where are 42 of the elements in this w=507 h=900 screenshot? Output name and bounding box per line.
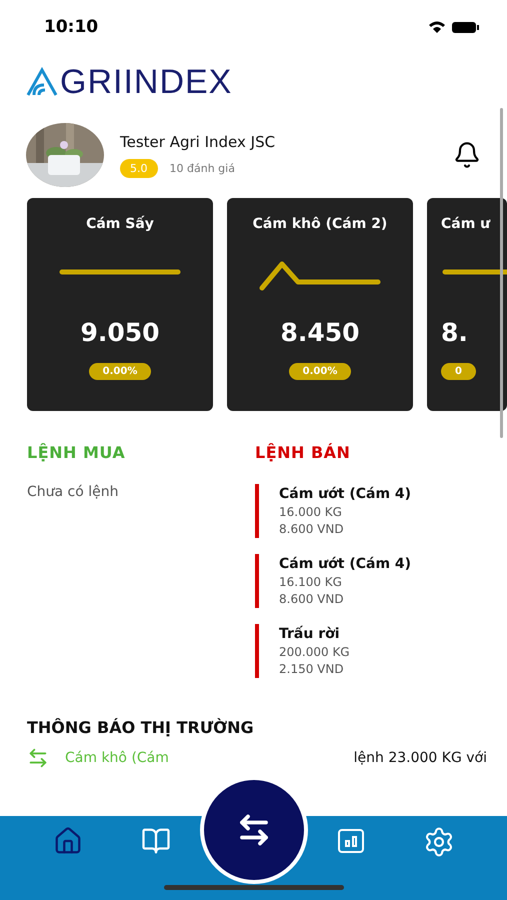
sell-orders-heading: LỆNH BÁN	[255, 443, 352, 462]
order-product: Trấu rời	[279, 626, 341, 642]
price-value: 8.450	[280, 318, 360, 347]
buy-orders-heading: LỆNH MUA	[27, 443, 126, 462]
sparkline-drawing	[442, 270, 507, 274]
rating-badge: 5.0	[120, 158, 158, 178]
news-text: lệnh 23.000 KG với	[354, 750, 487, 766]
empty-message: Chưa có lệnh	[27, 484, 120, 500]
order-price: 8.600 VND	[279, 522, 345, 536]
review-count: 10 đánh giá	[170, 162, 235, 174]
sell-order[interactable]: Cám ướt (Cám 4) 16.100 KG 8.600 VND	[255, 554, 507, 608]
change-badge: 0.00%	[88, 363, 152, 380]
sell-order[interactable]: Cám ướt (Cám 4) 16.000 KG 8.600 VND	[255, 484, 507, 538]
price-value: 8.	[441, 318, 468, 347]
home-icon	[52, 826, 83, 856]
exchange-icon	[27, 747, 49, 769]
market-news-heading: THÔNG BÁO THỊ TRƯỜNG	[27, 718, 255, 737]
order-quantity: 200.000 KG	[279, 645, 351, 659]
change-badge: 0.00%	[288, 363, 352, 380]
logo-text: GRIINDEX	[60, 62, 232, 102]
product-title: Cám Sấy	[86, 216, 154, 232]
book-icon	[140, 826, 171, 856]
price-card[interactable]: Cám khô (Cám 2) 8.450 0.00%	[227, 198, 413, 411]
price-value: 9.050	[80, 318, 160, 347]
order-price: 8.600 VND	[279, 592, 345, 606]
user-name: Tester Agri Index JSC	[120, 132, 276, 150]
wifi-battery-icon	[427, 19, 481, 35]
status-time: 10:10	[44, 17, 98, 37]
order-product: Cám ướt (Cám 4)	[279, 556, 412, 572]
product-title: Cám khô (Cám 2)	[252, 216, 388, 232]
sell-order[interactable]: Trấu rời 200.000 KG 2.150 VND	[255, 624, 507, 678]
change-badge: 0	[441, 363, 476, 380]
price-card[interactable]: Cám ư 8. 0	[427, 198, 507, 411]
order-quantity: 16.100 KG	[279, 575, 343, 589]
product-title: Cám ư	[441, 216, 490, 232]
order-product: Cám ướt (Cám 4)	[279, 486, 412, 502]
chart-icon	[336, 826, 366, 856]
order-price: 2.150 VND	[279, 662, 345, 676]
order-quantity: 16.000 KG	[279, 505, 343, 519]
price-card[interactable]: Cám Sấy 9.050 0.00%	[27, 198, 213, 411]
logo-icon	[26, 67, 58, 97]
notification-bell-icon[interactable]	[453, 141, 481, 169]
